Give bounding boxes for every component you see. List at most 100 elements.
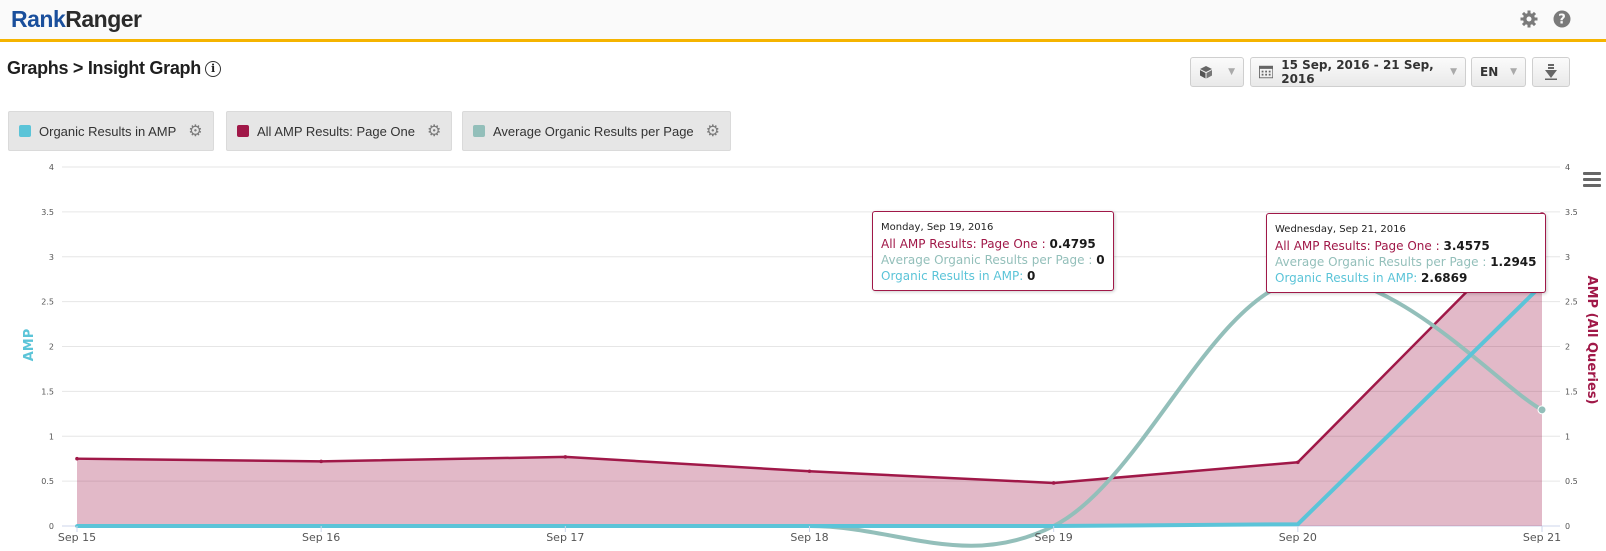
logo[interactable]: RankRanger — [11, 6, 142, 33]
legend-label: Average Organic Results per Page — [493, 123, 694, 139]
x-tick-label: Sep 20 — [1279, 531, 1317, 544]
gear-icon[interactable]: ⚙ — [706, 121, 720, 141]
info-icon[interactable]: i — [204, 61, 221, 77]
legend-label: All AMP Results: Page One — [257, 123, 416, 139]
y-tick-label-left: 0 — [49, 522, 54, 531]
breadcrumb: Graphs > Insight Graph — [7, 58, 201, 78]
x-axis: Sep 15 Sep 16 Sep 17 Sep 18 Sep 19 Sep 20 Sep … — [58, 526, 1561, 544]
svg-text:?: ? — [1558, 13, 1566, 28]
tooltip-date: Monday, Sep 19, 2016 — [881, 222, 994, 233]
data-point — [1537, 405, 1547, 415]
legend-swatch — [237, 125, 249, 137]
y-tick-label-right: 1 — [1565, 432, 1570, 441]
data-point — [75, 456, 79, 461]
x-tick-label: Sep 19 — [1035, 531, 1073, 544]
y-tick-label-right: 3.5 — [1565, 208, 1578, 217]
legend-swatch — [19, 125, 31, 137]
calendar-icon — [1259, 65, 1274, 79]
data-point — [1296, 460, 1300, 465]
tooltip-label: Organic Results in AMP — [881, 269, 1020, 283]
tooltip-row: Average Organic Results per Page : 0 — [881, 252, 1105, 268]
segment-dropdown[interactable]: ▼ — [1190, 57, 1244, 87]
y-tick-label-right: 0 — [1565, 522, 1570, 531]
language-value: EN — [1480, 65, 1499, 79]
legend-item-average-organic-results[interactable]: Average Organic Results per Page ⚙ — [462, 111, 731, 151]
x-tick-label: Sep 18 — [790, 531, 828, 544]
data-point — [1051, 481, 1056, 485]
y-tick-label-right: 4 — [1565, 163, 1570, 172]
y-axis-left-title: AMP — [22, 329, 37, 362]
language-dropdown[interactable]: EN ▼ — [1471, 57, 1526, 87]
page-title: Graphs > Insight Graph i — [7, 58, 221, 79]
x-tick-label: Sep 17 — [546, 531, 584, 544]
chart-menu-icon[interactable] — [1583, 172, 1601, 190]
legend-label: Organic Results in AMP — [39, 123, 177, 139]
gear-icon[interactable]: ⚙ — [427, 121, 441, 141]
tooltip-sep: : — [1084, 253, 1097, 267]
tooltip-sep: : — [1413, 271, 1422, 285]
data-point — [319, 459, 323, 464]
cube-icon — [1200, 66, 1212, 79]
tooltip-value: 3.4575 — [1443, 239, 1490, 253]
chevron-down-icon: ▼ — [1450, 67, 1457, 77]
tooltip-row: All AMP Results: Page One : 0.4795 — [881, 236, 1105, 252]
gear-icon[interactable]: ⚙ — [188, 121, 202, 141]
data-point — [807, 469, 812, 474]
tooltip-sep: : — [1037, 237, 1050, 251]
y-tick-label-right: 1.5 — [1565, 387, 1578, 396]
data-point — [1296, 522, 1300, 527]
logo-ranger: Ranger — [65, 6, 142, 32]
x-tick-label: Sep 16 — [302, 531, 340, 544]
help-icon[interactable]: ? — [1552, 9, 1572, 29]
tooltip-sep: : — [1478, 255, 1491, 269]
tooltip-label: All AMP Results: Page One — [881, 237, 1038, 251]
tooltip-row: Average Organic Results per Page : 1.294… — [1275, 254, 1537, 270]
y-tick-label-right: 0.5 — [1565, 477, 1578, 486]
gear-icon[interactable] — [1519, 9, 1539, 29]
y-tick-label-left: 2 — [49, 343, 54, 352]
tooltip-label: Average Organic Results per Page — [1275, 255, 1479, 269]
tooltip-row: Organic Results in AMP: 0 — [881, 268, 1105, 284]
top-bar: RankRanger ? — [0, 0, 1606, 42]
legend-item-organic-results-in-amp[interactable]: Organic Results in AMP ⚙ — [8, 111, 214, 151]
tooltip-value: 0.4795 — [1049, 237, 1096, 251]
tooltip-value: 0 — [1027, 269, 1036, 283]
tooltip-value: 2.6869 — [1421, 271, 1468, 285]
date-range-value: 15 Sep, 2016 - 21 Sep, 2016 — [1281, 58, 1434, 86]
y-axis-right-title: AMP (All Queries) — [1584, 276, 1599, 405]
tooltip-sep-19: Monday, Sep 19, 2016 All AMP Results: Pa… — [872, 211, 1114, 291]
date-range-picker[interactable]: 15 Sep, 2016 - 21 Sep, 2016 ▼ — [1250, 57, 1466, 87]
legend-swatch — [473, 125, 485, 137]
x-tick-label: Sep 15 — [58, 531, 96, 544]
y-tick-label-left: 3.5 — [41, 208, 54, 217]
y-tick-label-left: 1.5 — [41, 387, 54, 396]
y-tick-label-left: 2.5 — [41, 298, 54, 307]
tooltip-sep: : — [1431, 239, 1444, 253]
data-point — [563, 455, 568, 459]
legend-item-all-amp-results[interactable]: All AMP Results: Page One ⚙ — [226, 111, 453, 151]
tooltip-row: All AMP Results: Page One : 3.4575 — [1275, 238, 1537, 254]
y-tick-label-left: 4 — [49, 163, 54, 172]
y-tick-label-right: 2 — [1565, 343, 1570, 352]
tooltip-label: Organic Results in AMP — [1275, 271, 1414, 285]
y-tick-label-right: 2.5 — [1565, 298, 1578, 307]
chevron-down-icon: ▼ — [1510, 67, 1517, 77]
y-tick-label-left: 0.5 — [41, 477, 54, 486]
y-tick-label-right: 3 — [1565, 253, 1570, 262]
tooltip-label: Average Organic Results per Page — [881, 253, 1085, 267]
y-tick-label-left: 3 — [49, 253, 54, 262]
y-axis-right: 0 0.5 1 1.5 2 2.5 3 3.5 4 — [1565, 163, 1578, 531]
y-tick-label-left: 1 — [49, 432, 54, 441]
tooltip-value: 0 — [1096, 253, 1105, 267]
tooltip-date: Wednesday, Sep 21, 2016 — [1275, 224, 1406, 235]
download-icon — [1545, 64, 1557, 80]
tooltip-label: All AMP Results: Page One — [1275, 239, 1432, 253]
tooltip-value: 1.2945 — [1490, 255, 1537, 269]
x-tick-label: Sep 21 — [1523, 531, 1561, 544]
chevron-down-icon: ▼ — [1228, 67, 1235, 77]
download-button[interactable] — [1532, 57, 1570, 87]
logo-rank: Rank — [11, 6, 66, 32]
y-axis-left: 0 0.5 1 1.5 2 2.5 3 3.5 4 — [41, 163, 54, 531]
tooltip-sep-21: Wednesday, Sep 21, 2016 All AMP Results:… — [1266, 213, 1546, 293]
tooltip-row: Organic Results in AMP: 2.6869 — [1275, 270, 1537, 286]
